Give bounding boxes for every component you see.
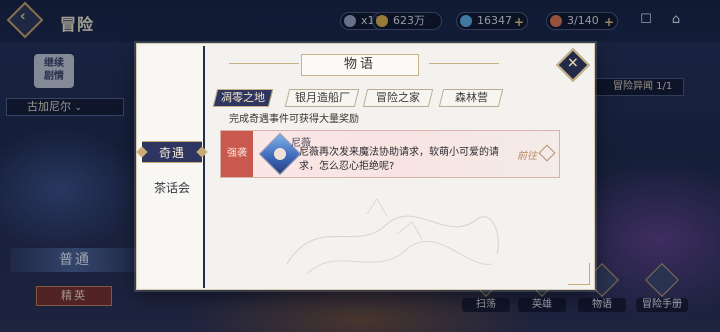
corner-ornament <box>568 263 590 285</box>
encounter-description: 完成奇遇事件可获得大量奖励 <box>229 114 359 125</box>
go-arrow-icon[interactable] <box>538 144 556 162</box>
close-icon: ✕ <box>567 55 579 72</box>
event-type-badge: 强袭 <box>221 131 253 177</box>
dialog-title: 物语 <box>301 54 419 76</box>
stories-dialog: 奇遇 茶话会 物语 ✕ 凋零之地 银月造船厂 冒险之家 森林营 完成奇遇事件可获… <box>136 43 595 290</box>
character-face <box>274 148 286 160</box>
title-ornament-left <box>229 63 299 64</box>
encounter-event-card[interactable]: 强袭 尼薇 尼薇再次发来魔法协助请求，软萌小可爱的请求，怎么忍心拒绝呢? 前往 <box>220 130 560 178</box>
category-tab-withering-land[interactable]: 凋零之地 <box>212 89 274 107</box>
side-tab-tea-party[interactable]: 茶话会 <box>142 178 202 198</box>
go-button[interactable]: 前往 <box>517 147 537 162</box>
category-tab-adventure-home[interactable]: 冒险之家 <box>362 89 434 107</box>
side-tab-panel: 奇遇 茶话会 <box>139 46 205 288</box>
title-ornament-right <box>429 63 499 64</box>
category-tab-forest-camp[interactable]: 森林营 <box>438 89 504 107</box>
side-tab-encounter[interactable]: 奇遇 <box>142 141 202 163</box>
event-text: 尼薇再次发来魔法协助请求，软萌小可爱的请求，怎么忍心拒绝呢? <box>299 147 499 172</box>
category-tab-silvermoon-shipyard[interactable]: 银月造船厂 <box>284 89 360 107</box>
close-button[interactable]: ✕ <box>556 48 590 82</box>
decorative-sketch <box>286 198 499 275</box>
